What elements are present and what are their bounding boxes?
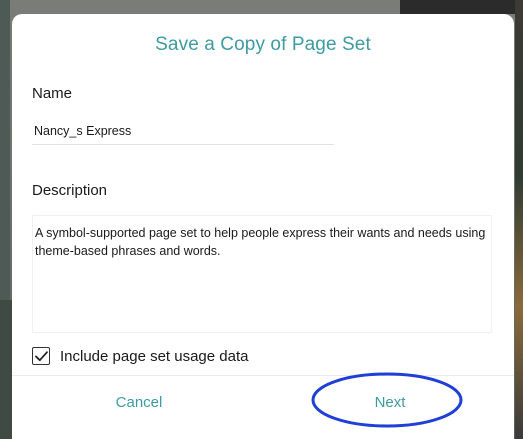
- checkmark-icon: [34, 350, 48, 361]
- footer-divider: [12, 375, 514, 376]
- description-textarea[interactable]: A symbol-supported page set to help peop…: [32, 215, 492, 333]
- name-label: Name: [32, 85, 73, 102]
- background-toolbar-edge: [400, 0, 523, 14]
- background-sidebar-edge: [0, 300, 12, 439]
- include-usage-checkbox[interactable]: [32, 347, 50, 365]
- save-copy-dialog: Save a Copy of Page Set Name Description…: [12, 14, 514, 439]
- include-usage-row[interactable]: Include page set usage data: [32, 347, 248, 365]
- description-label: Description: [32, 182, 108, 199]
- name-input[interactable]: [32, 118, 334, 145]
- cancel-button[interactable]: Cancel: [108, 394, 170, 411]
- dialog-title: Save a Copy of Page Set: [155, 34, 371, 55]
- next-button[interactable]: Next: [362, 394, 418, 411]
- background-content-edge: [515, 0, 523, 439]
- include-usage-label: Include page set usage data: [60, 347, 249, 365]
